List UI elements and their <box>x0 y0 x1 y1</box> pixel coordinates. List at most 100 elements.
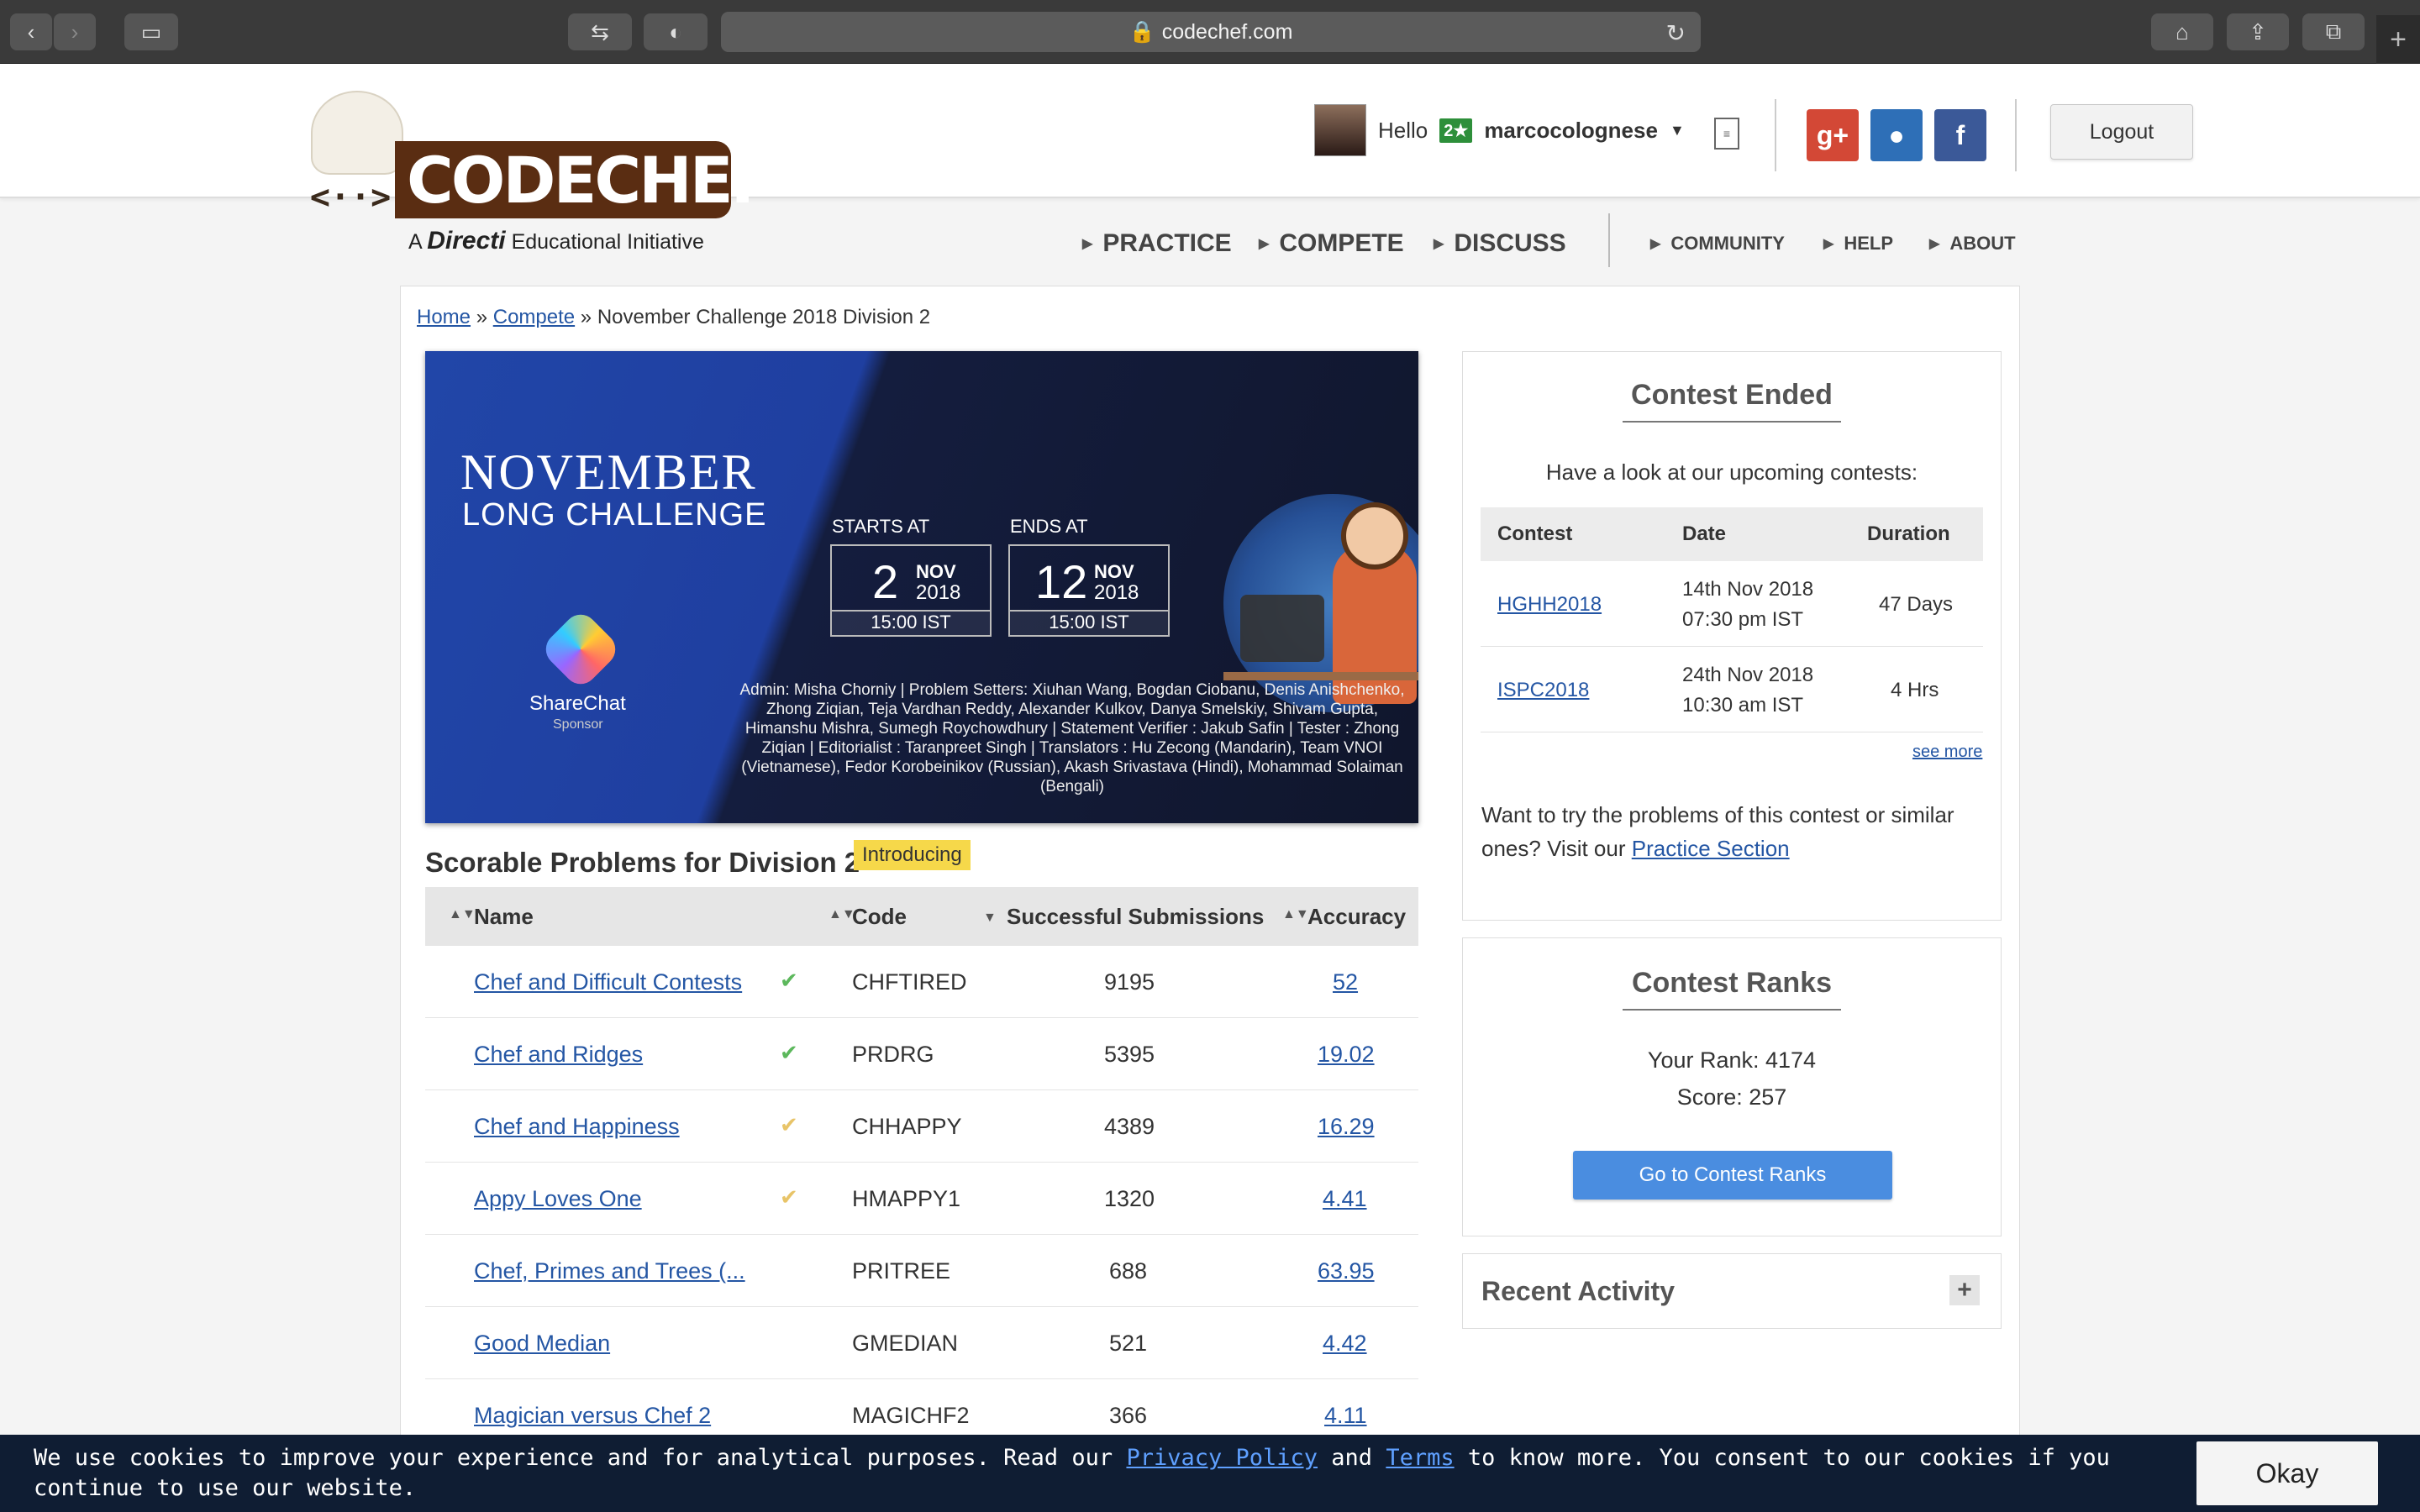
table-row: Appy Loves One ✔ HMAPPY1 1320 4.41 <box>425 1163 1418 1235</box>
breadcrumb-current: November Challenge 2018 Division 2 <box>597 306 931 328</box>
document-icon[interactable]: ≡ <box>1714 118 1739 150</box>
logout-button[interactable]: Logout <box>2050 104 2193 160</box>
problem-submissions: 1320 <box>1104 1186 1155 1211</box>
col-code[interactable]: Code <box>852 904 907 930</box>
sort-icon[interactable]: ▲▼ <box>1282 907 1309 922</box>
problem-link[interactable]: Chef and Happiness <box>474 1114 680 1139</box>
address-bar[interactable]: 🔒 codechef.com ↻ <box>721 12 1701 52</box>
tabs-icon[interactable]: ⧉ <box>2302 13 2365 50</box>
nav-help[interactable]: ▶ HELP <box>1823 227 1893 260</box>
problem-accuracy[interactable]: 63.95 <box>1318 1258 1375 1284</box>
problem-code: CHHAPPY <box>852 1114 962 1139</box>
upcoming-row: HGHH2018 14th Nov 2018 07:30 pm IST 47 D… <box>1481 561 1983 647</box>
problem-code: GMEDIAN <box>852 1331 959 1356</box>
col-accuracy[interactable]: Accuracy <box>1307 904 1406 930</box>
privacy-policy-link[interactable]: Privacy Policy <box>1126 1445 1318 1471</box>
url-text: codechef.com <box>1161 19 1293 44</box>
problem-accuracy[interactable]: 16.29 <box>1318 1114 1375 1139</box>
problem-code: HMAPPY1 <box>852 1186 961 1211</box>
title-underline <box>1623 421 1841 423</box>
practice-section-link[interactable]: Practice Section <box>1632 836 1790 861</box>
avatar[interactable] <box>1314 104 1366 156</box>
hello-text: Hello <box>1378 117 1428 143</box>
check-icon: ✔ <box>780 968 798 993</box>
problem-accuracy[interactable]: 4.11 <box>1324 1403 1367 1428</box>
cookie-okay-button[interactable]: Okay <box>2196 1441 2378 1505</box>
nav-discuss[interactable]: ▶ DISCUSS <box>1434 227 1566 260</box>
codechef-logo[interactable]: <··> CODECHEF A Directi Educational Init… <box>296 84 775 260</box>
triangle-right-icon: ▶ <box>1650 237 1661 251</box>
forward-icon[interactable]: › <box>54 13 96 50</box>
problem-submissions: 521 <box>1109 1331 1148 1356</box>
contest-link[interactable]: HGHH2018 <box>1497 593 1602 616</box>
problems-title: Scorable Problems for Division 2 <box>425 847 860 878</box>
recent-activity-title: Recent Activity <box>1481 1276 1675 1306</box>
breadcrumb-home[interactable]: Home <box>417 306 471 328</box>
github-icon[interactable]: ● <box>1870 109 1923 161</box>
problem-link[interactable]: Chef, Primes and Trees (... <box>474 1258 745 1284</box>
problem-link[interactable]: Chef and Ridges <box>474 1042 643 1067</box>
chevron-down-icon[interactable]: ▼ <box>1670 122 1685 139</box>
upcoming-table-header: Contest Date Duration <box>1481 507 1983 561</box>
nav-about[interactable]: ▶ ABOUT <box>1929 227 2016 260</box>
user-menu[interactable]: Hello 2★ marcocolognese ▼ <box>1314 104 1685 156</box>
nav-compete[interactable]: ▶ COMPETE <box>1259 227 1404 260</box>
monitor-graphic <box>1240 595 1324 662</box>
partial-check-icon: ✔ <box>780 1184 798 1210</box>
col-submissions[interactable]: Successful Submissions <box>1007 904 1264 930</box>
see-more-link[interactable]: see more <box>1912 743 1982 762</box>
sidebar-icon[interactable]: ▭ <box>124 13 178 50</box>
problem-link[interactable]: Magician versus Chef 2 <box>474 1403 711 1428</box>
google-plus-icon[interactable]: g+ <box>1807 109 1859 161</box>
contest-ranks-title: Contest Ranks <box>1631 967 1833 999</box>
check-icon: ✔ <box>780 1040 798 1065</box>
home-icon[interactable]: ⌂ <box>2151 13 2213 50</box>
star-rating-badge: 2★ <box>1439 118 1473 143</box>
problem-accuracy[interactable]: 4.42 <box>1323 1331 1367 1356</box>
lock-icon: 🔒 <box>1128 19 1155 44</box>
sort-icon[interactable]: ▲▼ <box>449 907 476 922</box>
back-icon[interactable]: ‹ <box>10 13 52 50</box>
nav-practice[interactable]: ▶ PRACTICE <box>1082 227 1232 260</box>
recent-activity-box[interactable]: Recent Activity <box>1462 1253 2002 1329</box>
contest-link[interactable]: ISPC2018 <box>1497 679 1589 701</box>
introducing-badge[interactable]: Introducing <box>854 840 971 870</box>
go-to-contest-ranks-button[interactable]: Go to Contest Ranks <box>1573 1151 1892 1200</box>
share-icon[interactable]: ⇪ <box>2227 13 2289 50</box>
problem-link[interactable]: Appy Loves One <box>474 1186 642 1211</box>
col-name[interactable]: Name <box>474 904 534 930</box>
problem-accuracy[interactable]: 19.02 <box>1318 1042 1375 1067</box>
terms-link[interactable]: Terms <box>1386 1445 1454 1471</box>
coder-head-graphic <box>1341 502 1408 570</box>
cookie-text: We use cookies to improve your experienc… <box>34 1445 2110 1501</box>
sort-icon[interactable]: ▲▼ <box>829 907 855 922</box>
new-tab-icon[interactable]: + <box>2376 15 2420 64</box>
facebook-icon[interactable]: f <box>1934 109 1986 161</box>
privacy-icon[interactable]: ◐ <box>644 13 708 50</box>
try-text-line2: ones? Visit our Practice Section <box>1481 836 1790 861</box>
ends-label: ENDS AT <box>1010 516 1088 537</box>
username[interactable]: marcocolognese <box>1484 118 1658 144</box>
history-icon[interactable]: ⇆ <box>568 13 632 50</box>
table-row: Chef and Happiness ✔ CHHAPPY 4389 16.29 <box>425 1090 1418 1163</box>
sort-desc-icon[interactable]: ▼ <box>983 911 997 926</box>
table-row: Good Median GMEDIAN 521 4.42 <box>425 1307 1418 1379</box>
sponsor-label: Sponsor <box>553 717 603 732</box>
problems-table-header: ▲▼ Name ▲▼ Code ▼ Successful Submissions… <box>425 887 1418 946</box>
table-row: Chef and Ridges ✔ PRDRG 5395 19.02 <box>425 1018 1418 1090</box>
logo-tagline: A Directi Educational Initiative <box>408 227 704 255</box>
nav-community[interactable]: ▶ COMMUNITY <box>1650 227 1785 260</box>
problem-link[interactable]: Chef and Difficult Contests <box>474 969 742 995</box>
score: Score: 257 <box>1676 1084 1787 1110</box>
divider <box>2015 99 2017 171</box>
problem-accuracy[interactable]: 4.41 <box>1323 1186 1367 1211</box>
contest-banner: NOVEMBER LONG CHALLENGE ShareChat Sponso… <box>425 351 1418 823</box>
chef-face-icon: <··> <box>309 178 392 217</box>
reload-icon[interactable]: ↻ <box>1666 19 1686 47</box>
problem-link[interactable]: Good Median <box>474 1331 610 1356</box>
problem-accuracy[interactable]: 52 <box>1333 969 1358 995</box>
banner-subtitle: LONG CHALLENGE <box>462 497 767 533</box>
breadcrumb-compete[interactable]: Compete <box>493 306 575 328</box>
upcoming-row: ISPC2018 24th Nov 2018 10:30 am IST 4 Hr… <box>1481 647 1983 732</box>
expand-plus-icon[interactable]: + <box>1949 1275 1980 1305</box>
